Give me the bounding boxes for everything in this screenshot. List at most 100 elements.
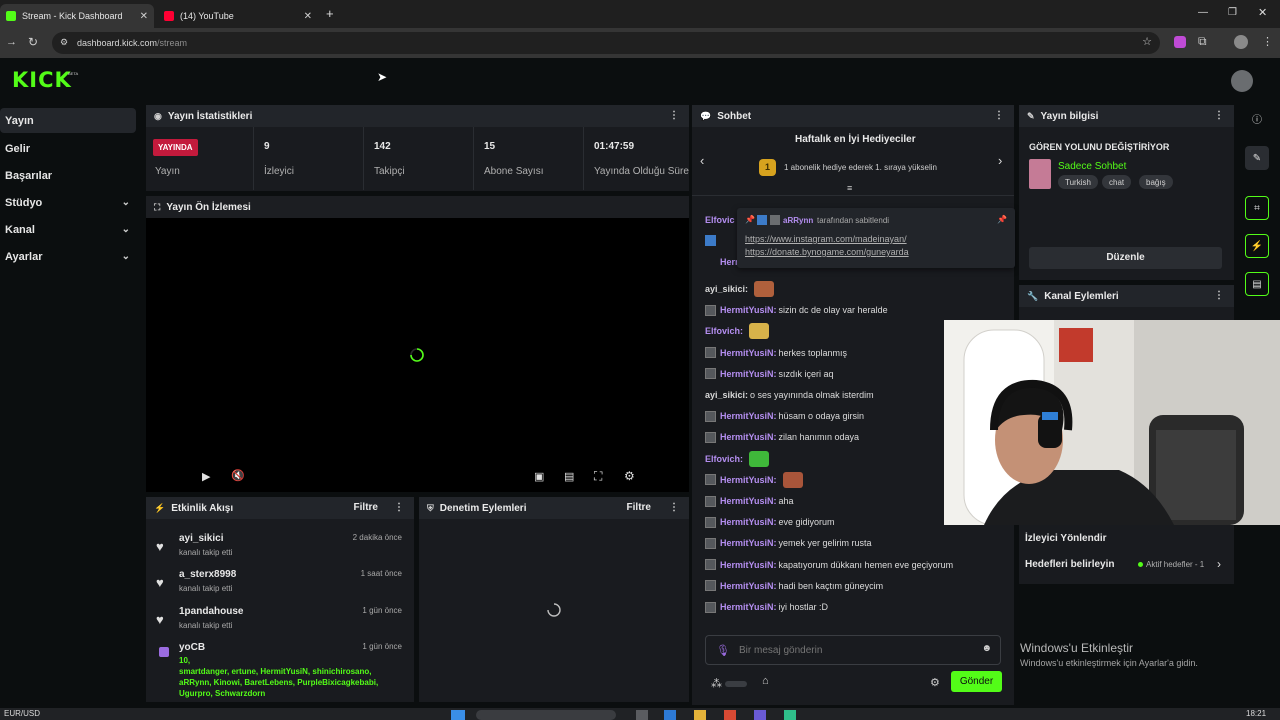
clip-icon[interactable]: ⌗ xyxy=(1245,196,1269,220)
more-icon[interactable]: ⋮ xyxy=(669,502,679,513)
send-button[interactable]: Gönder xyxy=(951,671,1002,692)
stream-tag[interactable]: chat xyxy=(1102,175,1132,189)
chat-username[interactable]: HermitYusiN: xyxy=(720,475,777,485)
browser-menu-icon[interactable]: ⋮ xyxy=(1262,35,1273,48)
mute-icon[interactable]: 🔇 xyxy=(231,469,245,482)
minimize-icon[interactable]: — xyxy=(1198,7,1208,18)
chat-username[interactable]: HermitYusiN: xyxy=(720,369,777,379)
url-field[interactable]: ⚙ dashboard.kick.com/stream ☆ xyxy=(52,32,1160,54)
taskbar-search[interactable] xyxy=(476,710,616,720)
people-icon[interactable]: ⁂ xyxy=(711,677,722,690)
filter-button[interactable]: Filtre xyxy=(627,502,651,513)
chat-username[interactable]: HermitYusiN: xyxy=(720,581,777,591)
chat-username[interactable]: HermitYusiN: xyxy=(720,496,777,506)
event-user[interactable]: yoCB xyxy=(179,642,205,653)
pinned-link[interactable]: https://www.instagram.com/madeinayan/ xyxy=(745,234,907,244)
chat-bubble-icon: 💬 xyxy=(700,110,712,121)
extensions-puzzle-icon[interactable]: ⧉ xyxy=(1198,34,1207,49)
site-info-icon[interactable]: ⚙ xyxy=(60,37,68,48)
pinned-user[interactable]: aRRynn xyxy=(783,216,813,225)
close-tab-icon[interactable]: ✕ xyxy=(304,11,312,22)
explorer-icon[interactable] xyxy=(694,710,706,720)
discord-icon[interactable] xyxy=(754,710,766,720)
event-user[interactable]: ayi_sikici xyxy=(179,533,223,544)
reload-icon[interactable]: ↻ xyxy=(28,35,38,49)
unpin-icon[interactable]: 📌 xyxy=(997,215,1007,224)
more-icon[interactable]: ⋮ xyxy=(994,110,1004,121)
chrome-icon[interactable] xyxy=(724,710,736,720)
sidebar-item-kanal[interactable]: Kanal ⌄ xyxy=(0,217,136,242)
microphone-icon[interactable]: 🎙 xyxy=(716,644,730,657)
settings-gear-icon[interactable]: ⚙ xyxy=(624,469,635,483)
sidebar-item-ayarlar[interactable]: Ayarlar ⌄ xyxy=(0,244,136,269)
chat-username[interactable]: ayi_sikici: xyxy=(705,390,748,400)
theater-mode-icon[interactable]: ▤ xyxy=(564,470,574,483)
edit-button[interactable]: Düzenle xyxy=(1029,247,1222,269)
chat-username[interactable]: ayi_sikici: xyxy=(705,284,748,294)
edge-icon[interactable] xyxy=(664,710,676,720)
ticker-widget[interactable]: EUR/USD xyxy=(4,709,40,718)
chat-username[interactable]: Elfovich: xyxy=(705,326,743,336)
emote-icon xyxy=(749,450,770,467)
chat-input[interactable] xyxy=(739,642,969,658)
pinned-link[interactable]: https://donate.bynogame.com/guneyarda xyxy=(745,247,909,257)
chat-settings-icon[interactable]: ⚙ xyxy=(930,676,940,689)
picture-in-picture-icon[interactable]: ▣ xyxy=(534,470,544,483)
more-icon[interactable]: ⋮ xyxy=(394,502,404,513)
event-user[interactable]: 1pandahouse xyxy=(179,606,243,617)
close-tab-icon[interactable]: ✕ xyxy=(140,11,148,22)
chat-username[interactable]: HermitYusiN: xyxy=(720,348,777,358)
chat-username[interactable]: Elfovich: xyxy=(705,454,743,464)
store-icon[interactable]: ⌂ xyxy=(762,675,769,687)
collapse-icon[interactable]: ≡ xyxy=(847,183,852,193)
active-goals[interactable]: Aktif hedefler - 1 xyxy=(1146,560,1204,569)
window-close-icon[interactable]: ✕ xyxy=(1258,6,1267,19)
more-icon[interactable]: ⋮ xyxy=(669,110,679,121)
start-icon[interactable] xyxy=(451,710,465,720)
chevron-left-icon[interactable]: ‹ xyxy=(700,153,704,168)
sidebar-item-gelir[interactable]: Gelir xyxy=(0,136,136,161)
new-tab-button[interactable]: + xyxy=(326,6,334,21)
chat-username[interactable]: HermitYusiN: xyxy=(720,560,777,570)
notes-icon[interactable]: ▤ xyxy=(1245,272,1269,296)
bookmark-star-icon[interactable]: ☆ xyxy=(1142,35,1152,48)
play-icon[interactable]: ▶ xyxy=(202,470,210,483)
more-icon[interactable]: ⋮ xyxy=(1214,290,1224,301)
tab-kick-dashboard[interactable]: Stream - Kick Dashboard ✕ xyxy=(0,4,154,28)
forward-icon[interactable]: → xyxy=(6,36,17,48)
stream-category[interactable]: Sadece Sohbet xyxy=(1058,161,1126,172)
info-circle-icon[interactable]: ⓘ xyxy=(1245,106,1269,130)
stat-value: 142 xyxy=(374,141,391,152)
chat-username[interactable]: HermitYusiN: xyxy=(720,517,777,527)
app-icon[interactable] xyxy=(784,710,796,720)
chat-username[interactable]: HermitYusiN: xyxy=(720,411,777,421)
chat-username[interactable]: HermitYusiN: xyxy=(720,432,777,442)
stream-tag[interactable]: bağış xyxy=(1139,175,1173,189)
kick-logo[interactable]: KICK BETA xyxy=(12,68,78,92)
filter-button[interactable]: Filtre xyxy=(354,502,378,513)
chat-username[interactable]: HermitYusiN: xyxy=(720,602,777,612)
event-user[interactable]: a_sterx8998 xyxy=(179,569,236,580)
edit-pencil-icon[interactable]: ✎ xyxy=(1245,146,1269,170)
more-icon[interactable]: ⋮ xyxy=(1214,110,1224,121)
chat-avatar xyxy=(705,516,716,528)
sidebar-item-studyo[interactable]: Stüdyo ⌄ xyxy=(0,190,136,215)
extension-icon[interactable] xyxy=(1174,36,1186,48)
points-toggle[interactable] xyxy=(725,681,747,687)
stream-tag[interactable]: Turkish xyxy=(1058,175,1098,189)
lightning-icon[interactable]: ⚡ xyxy=(1245,234,1269,258)
user-avatar[interactable] xyxy=(1231,70,1253,92)
sidebar-item-basarilar[interactable]: Başarılar xyxy=(0,163,136,188)
sidebar-item-yayin[interactable]: Yayın xyxy=(0,108,136,133)
tab-youtube[interactable]: (14) YouTube ✕ xyxy=(158,4,318,28)
fullscreen-icon[interactable]: ⛶ xyxy=(594,469,602,484)
emoji-icon[interactable]: ☻ xyxy=(981,643,992,654)
chevron-right-icon[interactable]: › xyxy=(1217,557,1221,571)
profile-avatar-icon[interactable] xyxy=(1234,35,1248,49)
chat-username[interactable]: HermitYusiN: xyxy=(720,305,777,315)
restore-icon[interactable]: ❐ xyxy=(1228,7,1237,18)
chevron-right-icon[interactable]: › xyxy=(998,153,1002,168)
chat-username[interactable]: Elfovic xyxy=(705,215,735,225)
task-view-icon[interactable] xyxy=(636,710,648,720)
chat-username[interactable]: HermitYusiN: xyxy=(720,538,777,548)
